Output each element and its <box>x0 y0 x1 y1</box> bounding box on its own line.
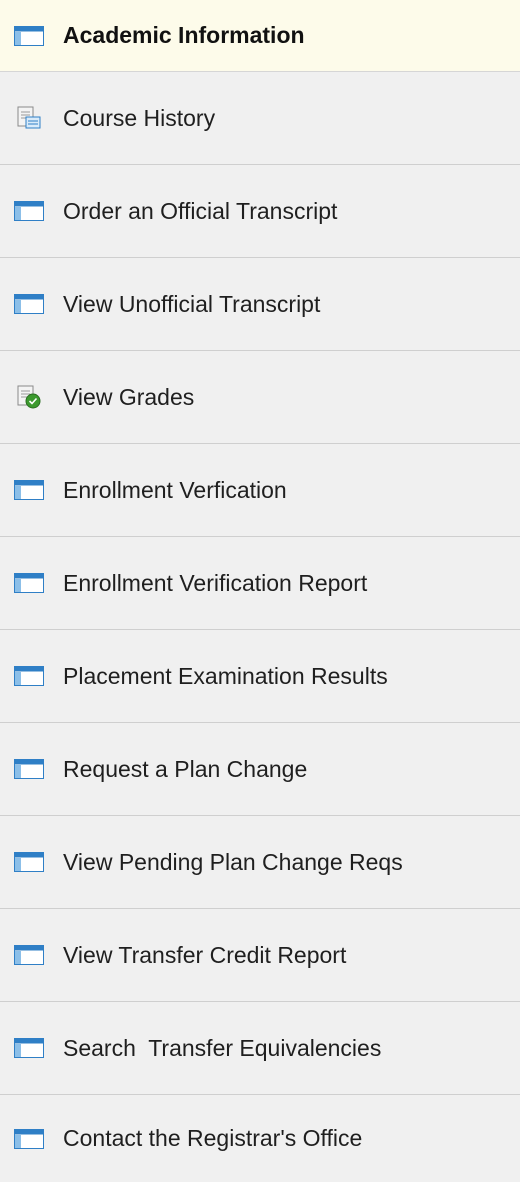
grades-document-icon <box>12 385 46 409</box>
menu-item-placement-examination-results[interactable]: Placement Examination Results <box>0 630 520 723</box>
menu-item-view-grades[interactable]: View Grades <box>0 351 520 444</box>
menu-item-enrollment-verification[interactable]: Enrollment Verfication <box>0 444 520 537</box>
window-icon <box>12 479 46 501</box>
menu-item-search-transfer-equivalencies[interactable]: Search Transfer Equivalencies <box>0 1002 520 1095</box>
menu-item-label: View Transfer Credit Report <box>63 941 347 968</box>
menu-item-label: Enrollment Verification Report <box>63 569 368 596</box>
menu-item-label: Search Transfer Equivalencies <box>63 1034 382 1061</box>
menu-item-course-history[interactable]: Course History <box>0 72 520 165</box>
menu-header-label: Academic Information <box>63 22 305 48</box>
menu-item-label: Placement Examination Results <box>63 662 388 689</box>
menu-item-view-transfer-credit-report[interactable]: View Transfer Credit Report <box>0 909 520 1002</box>
menu-item-request-plan-change[interactable]: Request a Plan Change <box>0 723 520 816</box>
window-icon <box>12 1037 46 1059</box>
window-icon <box>12 25 46 47</box>
menu-item-enrollment-verification-report[interactable]: Enrollment Verification Report <box>0 537 520 630</box>
menu-item-order-official-transcript[interactable]: Order an Official Transcript <box>0 165 520 258</box>
menu-item-label: Contact the Registrar's Office <box>63 1125 363 1151</box>
menu-item-view-pending-plan-change-reqs[interactable]: View Pending Plan Change Reqs <box>0 816 520 909</box>
window-icon <box>12 293 46 315</box>
window-icon <box>12 200 46 222</box>
menu-header-academic-information[interactable]: Academic Information <box>0 0 520 72</box>
menu-item-label: View Unofficial Transcript <box>63 290 321 317</box>
menu-item-view-unofficial-transcript[interactable]: View Unofficial Transcript <box>0 258 520 351</box>
window-icon <box>12 1128 46 1150</box>
menu-item-label: Order an Official Transcript <box>63 197 338 224</box>
menu-item-label: View Pending Plan Change Reqs <box>63 848 403 875</box>
window-icon <box>12 572 46 594</box>
window-icon <box>12 758 46 780</box>
window-icon <box>12 665 46 687</box>
menu-item-label: Enrollment Verfication <box>63 476 287 503</box>
academic-menu: Academic Information Course History Orde… <box>0 0 520 1182</box>
window-icon <box>12 944 46 966</box>
menu-item-label: Course History <box>63 104 216 131</box>
menu-item-contact-registrars-office[interactable]: Contact the Registrar's Office <box>0 1095 520 1182</box>
menu-item-label: Request a Plan Change <box>63 755 308 782</box>
document-icon <box>12 106 46 129</box>
menu-item-label: View Grades <box>63 383 195 410</box>
window-icon <box>12 851 46 873</box>
